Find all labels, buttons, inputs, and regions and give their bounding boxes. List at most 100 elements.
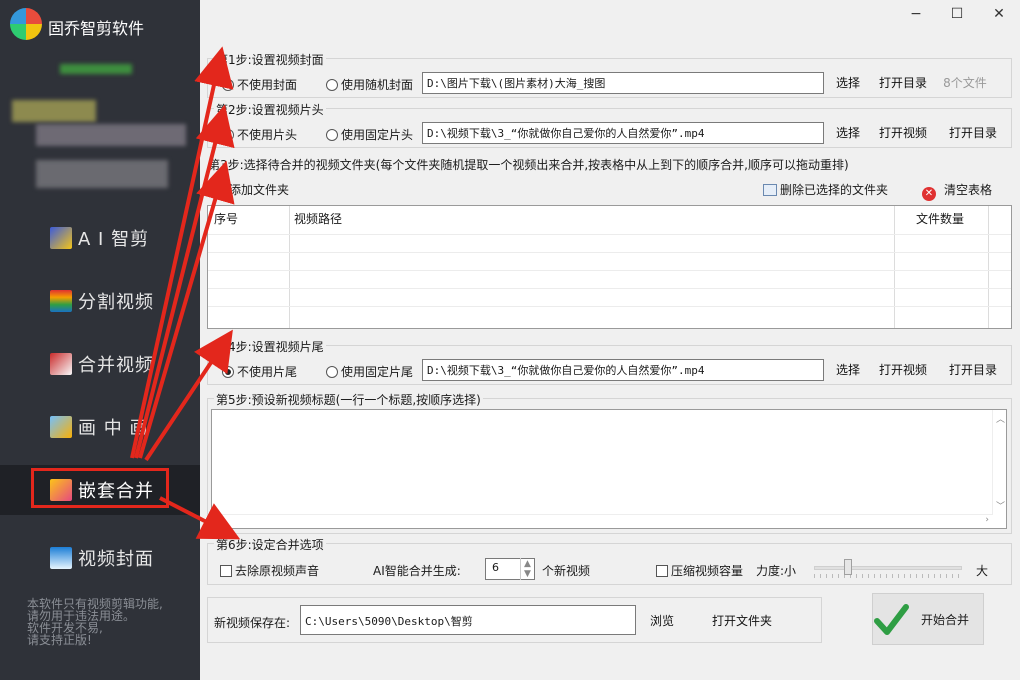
column-header-count: 文件数量 xyxy=(916,212,965,226)
scroll-right-icon[interactable]: › xyxy=(985,515,989,525)
clear-table-button[interactable]: ✕ 清空表格 xyxy=(922,181,992,201)
intro-select-button[interactable]: 选择 xyxy=(830,122,866,144)
sidebar-item-video-cover[interactable]: 视频封面 xyxy=(0,533,200,583)
ai-magic-icon xyxy=(50,227,72,249)
intro-open-dir-button[interactable]: 打开目录 xyxy=(944,122,1002,144)
count-suffix: 个新视频 xyxy=(542,564,591,578)
blurred-info xyxy=(36,160,168,188)
remove-audio-checkbox[interactable]: 去除原视频声音 xyxy=(220,562,319,579)
radio-label: 使用随机封面 xyxy=(341,78,414,92)
column-divider xyxy=(894,206,895,328)
outro-open-dir-button[interactable]: 打开目录 xyxy=(944,359,1002,381)
checkbox-label: 压缩视频容量 xyxy=(671,564,744,578)
scroll-up-icon[interactable]: ︿ xyxy=(996,412,1005,425)
step1-radio-random[interactable]: 使用随机封面 xyxy=(326,76,413,93)
sidebar: 固乔智剪软件 A I 智剪 分割视频 合并视频 画 中 画 嵌套合并 视频封面 … xyxy=(0,0,200,680)
vertical-scrollbar[interactable]: ︿ ﹀ xyxy=(992,410,1006,514)
outro-path-input[interactable]: D:\视频下载\3_“你就做你自己爱你的人自然爱你”.mp4 xyxy=(422,359,824,381)
delete-selected-button[interactable]: 删除已选择的文件夹 xyxy=(763,181,888,198)
step6-group xyxy=(207,543,1012,585)
increment-icon[interactable]: ▲ xyxy=(524,559,531,569)
sidebar-item-split-video[interactable]: 分割视频 xyxy=(0,276,200,326)
start-merge-button[interactable]: 开始合并 xyxy=(872,593,984,645)
cover-select-button[interactable]: 选择 xyxy=(830,72,866,94)
minimize-button[interactable]: − xyxy=(905,6,927,26)
slider-thumb[interactable] xyxy=(844,559,852,575)
split-video-icon xyxy=(50,290,72,312)
intro-open-video-button[interactable]: 打开视频 xyxy=(874,122,932,144)
maximize-button[interactable]: ☐ xyxy=(946,6,968,26)
open-folder-button[interactable]: 打开文件夹 xyxy=(704,610,780,632)
checkbox-icon xyxy=(220,565,232,577)
radio-label: 使用固定片头 xyxy=(341,128,414,142)
step4-radio-fixed[interactable]: 使用固定片尾 xyxy=(326,363,413,380)
close-button[interactable]: ✕ xyxy=(988,6,1010,26)
cover-file-count: 8个文件 xyxy=(943,76,987,90)
app-title: 固乔智剪软件 xyxy=(48,19,145,38)
radio-label: 不使用片尾 xyxy=(237,365,298,379)
radio-label: 不使用封面 xyxy=(237,78,298,92)
ai-generate-label: AI智能合并生成: xyxy=(373,564,461,578)
column-divider xyxy=(289,206,290,328)
step5-label: 第5步:预设新视频标题(一行一个标题,按顺序选择) xyxy=(214,391,483,408)
radio-icon xyxy=(222,366,234,378)
sidebar-item-ai-edit[interactable]: A I 智剪 xyxy=(0,213,200,263)
scroll-down-icon[interactable]: ﹀ xyxy=(996,499,1005,512)
radio-icon xyxy=(326,79,338,91)
radio-icon xyxy=(222,79,234,91)
save-label: 新视频保存在: xyxy=(214,616,291,630)
sidebar-item-label: A I 智剪 xyxy=(78,229,150,250)
add-folder-button[interactable]: 添加文件夹 xyxy=(214,181,289,198)
cover-open-dir-button[interactable]: 打开目录 xyxy=(874,72,932,94)
step2-radio-fixed[interactable]: 使用固定片头 xyxy=(326,126,413,143)
blurred-info xyxy=(12,100,96,122)
checkbox-icon xyxy=(656,565,668,577)
strength-label: 力度:小 xyxy=(756,564,797,578)
picture-in-picture-icon xyxy=(50,416,72,438)
app-logo xyxy=(10,8,42,40)
row-divider xyxy=(208,306,1011,307)
cover-path-input[interactable]: D:\图片下载\(图片素材)大海_搜图 xyxy=(422,72,824,94)
sidebar-item-label: 分割视频 xyxy=(78,292,154,313)
slider-ticks xyxy=(814,574,962,578)
blurred-info xyxy=(36,124,186,146)
main-panel: − ☐ ✕ 第1步:设置视频封面 不使用封面 使用随机封面 D:\图片下载\(图… xyxy=(200,0,1020,680)
step2-radio-none[interactable]: 不使用片头 xyxy=(222,126,297,143)
folder-add-icon xyxy=(214,185,226,195)
outro-select-button[interactable]: 选择 xyxy=(830,359,866,381)
delete-folder-icon xyxy=(763,184,777,196)
step2-label: 第2步:设置视频片头 xyxy=(214,101,326,118)
start-label: 开始合并 xyxy=(921,613,970,627)
sidebar-item-picture-in-picture[interactable]: 画 中 画 xyxy=(0,402,200,452)
decrement-icon[interactable]: ▼ xyxy=(524,569,531,579)
clear-icon: ✕ xyxy=(922,187,936,201)
step4-radio-none[interactable]: 不使用片尾 xyxy=(222,363,297,380)
folder-table[interactable]: 序号 视频路径 文件数量 xyxy=(207,205,1012,329)
radio-icon xyxy=(222,129,234,141)
save-path-input[interactable]: C:\Users\5090\Desktop\智剪 xyxy=(300,605,636,635)
column-header-index: 序号 xyxy=(214,212,239,226)
strength-slider[interactable] xyxy=(814,566,962,570)
footer-line: 请支持正版! xyxy=(27,633,92,647)
outro-open-video-button[interactable]: 打开视频 xyxy=(874,359,932,381)
horizontal-scrollbar[interactable]: › xyxy=(212,514,993,528)
title-textarea[interactable]: ︿ ﹀ › xyxy=(211,409,1007,529)
radio-icon xyxy=(326,366,338,378)
intro-path-input[interactable]: D:\视频下载\3_“你就做你自己爱你的人自然爱你”.mp4 xyxy=(422,122,824,144)
strength-max-label: 大 xyxy=(976,564,989,578)
button-label: 删除已选择的文件夹 xyxy=(780,183,889,197)
sidebar-item-label: 视频封面 xyxy=(78,549,154,570)
stepper-buttons[interactable]: ▲ ▼ xyxy=(520,558,534,580)
browse-button[interactable]: 浏览 xyxy=(644,610,680,632)
column-divider xyxy=(988,206,989,328)
radio-label: 使用固定片尾 xyxy=(341,365,414,379)
sidebar-item-merge-video[interactable]: 合并视频 xyxy=(0,339,200,389)
blurred-info xyxy=(60,64,132,74)
row-divider xyxy=(208,270,1011,271)
radio-label: 不使用片头 xyxy=(237,128,298,142)
highlight-box xyxy=(31,468,169,508)
button-label: 添加文件夹 xyxy=(229,183,290,197)
compress-checkbox[interactable]: 压缩视频容量 xyxy=(656,562,743,579)
step1-radio-none[interactable]: 不使用封面 xyxy=(222,76,297,93)
checkmark-icon xyxy=(874,604,909,635)
